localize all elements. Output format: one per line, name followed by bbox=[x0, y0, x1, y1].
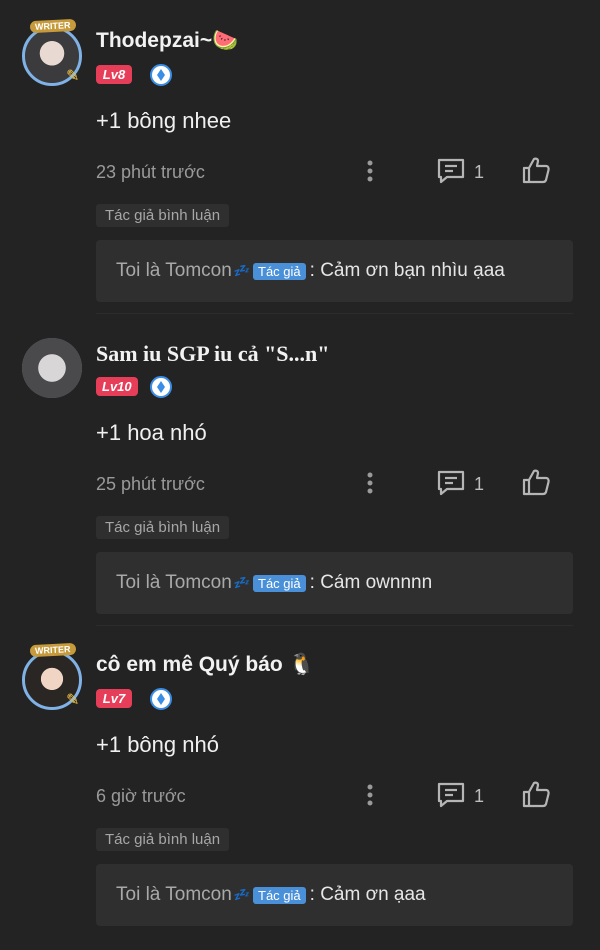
username[interactable]: cô em mê Quý báo 🐧 bbox=[96, 653, 315, 677]
writer-badge: WRITER bbox=[29, 18, 76, 34]
username[interactable]: Thodepzai~🍉 bbox=[96, 29, 238, 53]
username[interactable]: Sam iu SGP iu cả "S...n" bbox=[96, 341, 330, 367]
pen-icon: ✎ bbox=[66, 68, 80, 85]
comment-text: +1 hoa nhó bbox=[96, 420, 207, 445]
author-badge: Tác giả bbox=[253, 886, 306, 904]
author-badge: Tác giả bbox=[253, 574, 306, 592]
reply-text: : Cảm ơn ạaa bbox=[309, 884, 426, 905]
author-reply[interactable]: Toi là Tomcon 💤 Tác giả : Cám ownnnn bbox=[96, 552, 573, 614]
reply-count: 1 bbox=[474, 786, 485, 806]
comment-item: Sam iu SGP iu cả "S...n" Lv10 +1 hoa nhó… bbox=[0, 312, 600, 626]
more-vertical-icon[interactable] bbox=[360, 158, 380, 184]
comment-icon[interactable] bbox=[436, 468, 466, 498]
comment-item: WRITER ✎ cô em mê Quý báo 🐧 Lv7 +1 bông … bbox=[0, 624, 600, 936]
comment-text: +1 bông nhó bbox=[96, 732, 219, 757]
comment-time: 25 phút trước bbox=[96, 474, 205, 494]
reply-count: 1 bbox=[474, 162, 485, 182]
zz-icon: 💤 bbox=[232, 575, 250, 590]
reply-text: : Cám ownnnn bbox=[309, 572, 433, 593]
verified-icon bbox=[150, 376, 172, 398]
author-comment-tag: Tác giả bình luận bbox=[96, 204, 230, 227]
comment-time: 23 phút trước bbox=[96, 162, 205, 182]
level-badge: Lv8 bbox=[96, 65, 132, 84]
zz-icon: 💤 bbox=[232, 263, 250, 278]
more-vertical-icon[interactable] bbox=[360, 470, 380, 496]
level-badge: Lv10 bbox=[96, 377, 138, 396]
author-reply[interactable]: Toi là Tomcon 💤 Tác giả : Cảm ơn ạaa bbox=[96, 864, 573, 926]
pen-icon: ✎ bbox=[66, 692, 80, 709]
comment-icon[interactable] bbox=[436, 156, 466, 186]
reply-username[interactable]: Toi là Tomcon bbox=[116, 572, 232, 594]
more-vertical-icon[interactable] bbox=[360, 782, 380, 808]
thumbs-up-icon[interactable] bbox=[521, 155, 551, 185]
author-badge: Tác giả bbox=[253, 262, 306, 280]
verified-icon bbox=[150, 64, 172, 86]
avatar[interactable] bbox=[22, 338, 82, 398]
author-comment-tag: Tác giả bình luận bbox=[96, 828, 230, 851]
reply-username[interactable]: Toi là Tomcon bbox=[116, 884, 232, 906]
comment-icon[interactable] bbox=[436, 780, 466, 810]
reply-text: : Cảm ơn bạn nhìu ạaa bbox=[309, 260, 505, 281]
zz-icon: 💤 bbox=[232, 887, 250, 902]
writer-badge: WRITER bbox=[29, 642, 76, 658]
comment-time: 6 giờ trước bbox=[96, 786, 186, 806]
reply-username[interactable]: Toi là Tomcon bbox=[116, 260, 232, 282]
comment-item: WRITER ✎ Thodepzai~🍉 Lv8 +1 bông nhee 23… bbox=[0, 0, 600, 314]
author-reply[interactable]: Toi là Tomcon 💤 Tác giả : Cảm ơn bạn nhì… bbox=[96, 240, 573, 302]
verified-icon bbox=[150, 688, 172, 710]
author-comment-tag: Tác giả bình luận bbox=[96, 516, 230, 539]
thumbs-up-icon[interactable] bbox=[521, 779, 551, 809]
thumbs-up-icon[interactable] bbox=[521, 467, 551, 497]
comment-text: +1 bông nhee bbox=[96, 108, 232, 133]
level-badge: Lv7 bbox=[96, 689, 132, 708]
reply-count: 1 bbox=[474, 474, 485, 494]
